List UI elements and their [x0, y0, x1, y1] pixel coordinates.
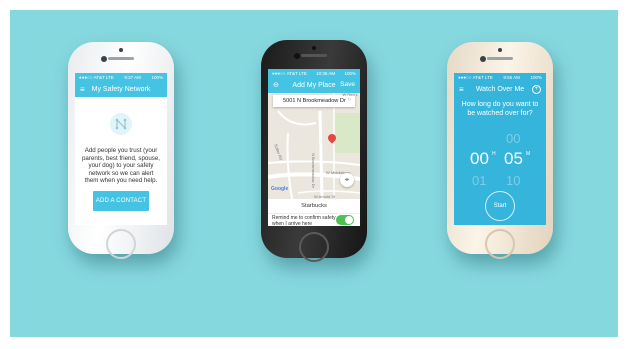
page-title: Add My Place	[292, 82, 336, 89]
phone-my-safety-network: ●●●○○ AT&T LTE 9:37 AM 100% ≡ My Safety …	[68, 42, 174, 259]
map-street-label: N Brookmeadow Dr	[311, 153, 316, 188]
place-name: Starbucks	[268, 199, 360, 214]
status-bar: ●●●○○ AT&T LTE 9:37 AM 100%	[75, 73, 167, 82]
remind-confirm-label: Remind me to confirm safety when I arriv…	[272, 215, 336, 226]
menu-icon[interactable]: ≡	[459, 85, 464, 94]
carrier-label: ●●●○○ AT&T LTE	[79, 75, 114, 80]
sensor-dot	[119, 48, 123, 52]
nav-bar: ≡ Watch Over Me +	[454, 82, 546, 97]
map-view[interactable]: 5001 N Brookmeadow Dr ○ W Red L N Brookm…	[268, 92, 360, 199]
minutes-value[interactable]: 05	[504, 149, 523, 169]
battery-label: 100%	[344, 71, 356, 76]
front-camera	[101, 56, 107, 62]
add-contact-button[interactable]: ADD A CONTACT	[93, 191, 149, 211]
safety-network-description: Add people you trust (your parents, best…	[81, 147, 161, 185]
my-location-icon[interactable]: ⌖	[340, 173, 354, 187]
phone-watch-over-me: ●●●○○ AT&T LTE 9:56 AM 100% ≡ Watch Over…	[447, 42, 553, 259]
clear-icon[interactable]: ○	[347, 97, 351, 103]
status-time: 10:36 AM	[316, 71, 336, 76]
hours-next-value[interactable]: 01	[472, 173, 486, 188]
page-title: My Safety Network	[91, 86, 151, 93]
home-button[interactable]	[299, 232, 329, 262]
menu-icon[interactable]: ≡	[80, 85, 85, 94]
earpiece-speaker	[301, 54, 327, 57]
earpiece-speaker	[487, 57, 513, 60]
battery-label: 100%	[151, 75, 163, 80]
save-button[interactable]: Save	[340, 81, 355, 88]
minutes-prev-value[interactable]: 00	[506, 131, 520, 146]
screen: ●●●○○ AT&T LTE 10:36 AM 100% ⊖ Add My Pl…	[268, 69, 360, 226]
minutes-unit: M	[526, 151, 531, 157]
map-street-label: W Red L	[342, 92, 358, 97]
front-camera	[294, 53, 300, 59]
back-arrow-icon[interactable]: ⊖	[273, 81, 279, 89]
network-logo-icon	[110, 113, 132, 135]
address-value: 5001 N Brookmeadow Dr	[283, 98, 346, 104]
screen: ●●●○○ AT&T LTE 9:56 AM 100% ≡ Watch Over…	[454, 73, 546, 225]
start-button[interactable]: Start	[485, 191, 515, 221]
duration-question: How long do you want to be watched over …	[461, 101, 539, 117]
screen: ●●●○○ AT&T LTE 9:37 AM 100% ≡ My Safety …	[75, 73, 167, 225]
status-bar: ●●●○○ AT&T LTE 9:56 AM 100%	[454, 73, 546, 82]
google-logo: Google	[271, 186, 289, 192]
remind-toggle[interactable]	[336, 215, 354, 225]
sensor-dot	[498, 48, 502, 52]
sensor-dot	[312, 46, 316, 50]
home-button[interactable]	[485, 229, 515, 259]
promo-stage: ●●●○○ AT&T LTE 9:37 AM 100% ≡ My Safety …	[10, 10, 618, 337]
status-time: 9:56 AM	[503, 75, 520, 80]
battery-label: 100%	[530, 75, 542, 80]
nav-bar: ⊖ Add My Place Save	[268, 78, 360, 93]
hours-value[interactable]: 00	[470, 149, 489, 169]
add-icon[interactable]: +	[532, 85, 541, 94]
phone-add-my-place: ●●●○○ AT&T LTE 10:36 AM 100% ⊖ Add My Pl…	[261, 40, 367, 262]
hours-unit: H	[492, 151, 496, 157]
status-time: 9:37 AM	[124, 75, 141, 80]
home-button[interactable]	[106, 229, 136, 259]
nav-bar: ≡ My Safety Network	[75, 82, 167, 97]
carrier-label: ●●●○○ AT&T LTE	[458, 75, 493, 80]
minutes-next-value[interactable]: 10	[506, 173, 520, 188]
earpiece-speaker	[108, 57, 134, 60]
front-camera	[480, 56, 486, 62]
page-title: Watch Over Me	[475, 86, 525, 93]
status-bar: ●●●○○ AT&T LTE 10:36 AM 100%	[268, 69, 360, 78]
carrier-label: ●●●○○ AT&T LTE	[272, 71, 307, 76]
